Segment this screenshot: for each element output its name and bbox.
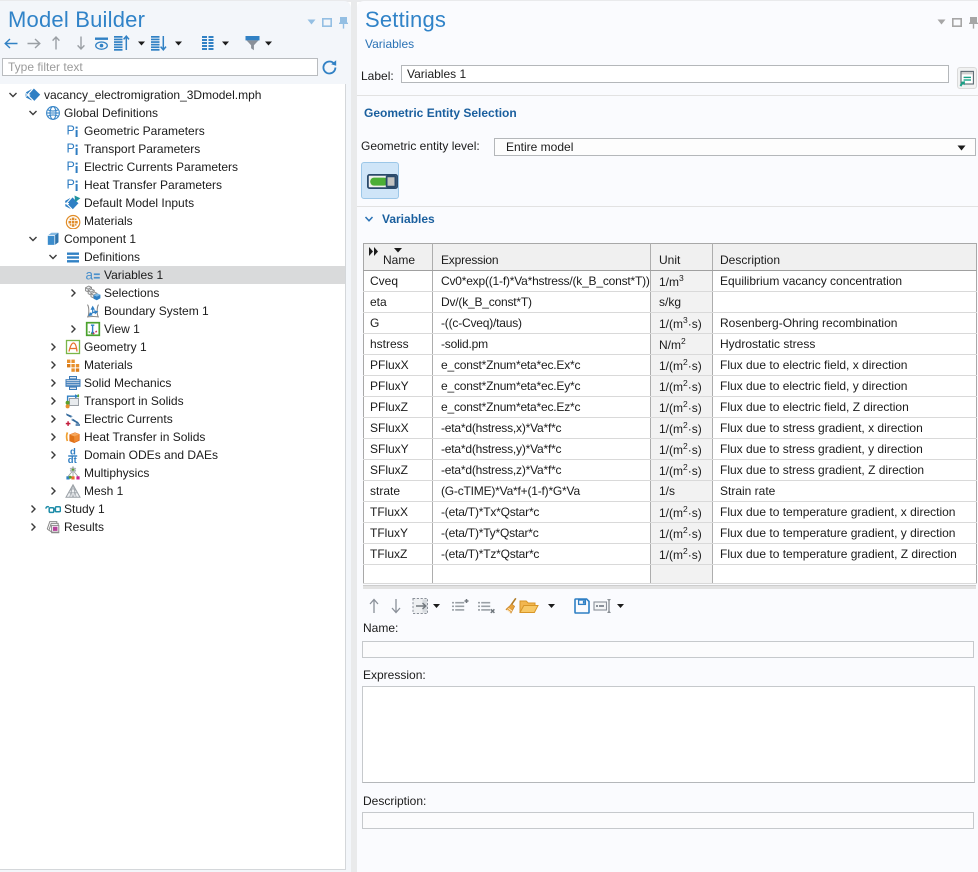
svg-text:P: P	[67, 160, 75, 174]
svg-text:P: P	[67, 124, 75, 138]
svg-text:dt: dt	[68, 455, 78, 463]
svg-text:P: P	[67, 142, 75, 156]
svg-text:P: P	[67, 178, 75, 192]
svg-text:a: a	[86, 268, 94, 283]
